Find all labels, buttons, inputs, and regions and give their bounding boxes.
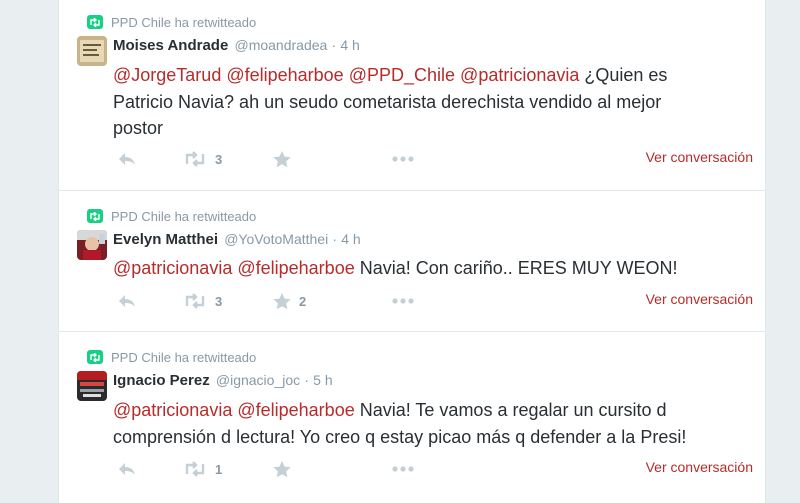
separator-dot: · xyxy=(332,231,338,247)
retweet-icon xyxy=(183,151,207,167)
avatar[interactable] xyxy=(77,371,107,401)
tweet-header: Moises Andrade @moandradea · 4 h xyxy=(113,37,360,54)
tweet[interactable]: PPD Chile ha retwitteado Ignacio Perez @… xyxy=(59,333,765,503)
mention-link[interactable]: @patricionavia xyxy=(113,400,232,420)
more-icon[interactable] xyxy=(391,459,415,479)
tweet-text-line: @patricionavia @felipeharboe Navia! Te v… xyxy=(113,397,723,424)
mention-link[interactable]: @felipeharboe xyxy=(237,258,354,278)
author-username[interactable]: @YoVotoMatthei xyxy=(224,231,328,247)
star-icon xyxy=(273,460,291,478)
more-icon[interactable] xyxy=(391,291,415,311)
mention-link[interactable]: @PPD_Chile xyxy=(349,65,455,85)
author-username[interactable]: @moandradea xyxy=(234,37,327,53)
tweet-timestamp[interactable]: 4 h xyxy=(341,231,360,247)
view-conversation-link[interactable]: Ver conversación xyxy=(646,459,753,475)
tweet-text-segment: Navia! Con cariño.. ERES MUY WEON! xyxy=(354,258,678,278)
mention-link[interactable]: @felipeharboe xyxy=(226,65,343,85)
more-icon[interactable] xyxy=(391,149,415,169)
separator-dot: · xyxy=(304,372,309,388)
mention-link[interactable]: @felipeharboe xyxy=(237,400,354,420)
view-conversation-link[interactable]: Ver conversación xyxy=(646,149,753,165)
view-conversation-link[interactable]: Ver conversación xyxy=(646,291,753,307)
author-fullname[interactable]: Ignacio Perez xyxy=(113,372,210,389)
tweet-text-line: @JorgeTarud @felipeharboe @PPD_Chile @pa… xyxy=(113,62,723,89)
tweet-header: Ignacio Perez @ignacio_joc · 5 h xyxy=(113,372,333,389)
mention-link[interactable]: @patricionavia xyxy=(460,65,579,85)
tweet[interactable]: PPD Chile ha retwitteado Moises Andrade … xyxy=(59,0,765,191)
reply-icon[interactable] xyxy=(117,459,137,479)
favorite-count: 2 xyxy=(299,293,307,309)
retweet-context: PPD Chile ha retwitteado xyxy=(87,208,256,224)
tweet-text-line: @patricionavia @felipeharboe Navia! Con … xyxy=(113,255,723,282)
star-icon xyxy=(273,150,291,168)
separator-dot: · xyxy=(331,37,337,53)
reply-icon[interactable] xyxy=(117,149,137,169)
tweet-header: Evelyn Matthei @YoVotoMatthei · 4 h xyxy=(113,231,361,248)
retweet-count: 3 xyxy=(215,293,223,309)
avatar[interactable] xyxy=(77,36,107,66)
retweet-badge-icon xyxy=(87,209,103,223)
retweet-count: 3 xyxy=(215,151,223,167)
retweet-button[interactable]: 1 xyxy=(183,459,222,479)
tweet-text-segment: Patricio Navia? ah un seudo cometarista … xyxy=(113,91,662,112)
tweet-text-segment: comprensión d lectura! Yo creo q estay p… xyxy=(113,426,687,447)
author-fullname[interactable]: Evelyn Matthei xyxy=(113,231,218,248)
retweet-icon xyxy=(183,293,207,309)
avatar[interactable] xyxy=(77,230,107,260)
mention-link[interactable]: @patricionavia xyxy=(113,258,232,278)
favorite-button[interactable] xyxy=(273,149,299,169)
retweet-badge-icon xyxy=(87,350,103,364)
tweet-actions: 3 Ver conversación xyxy=(113,149,753,169)
tweet-text: @patricionavia @felipeharboe Navia! Con … xyxy=(113,255,723,282)
retweet-button[interactable]: 3 xyxy=(183,291,222,311)
tweet-text: @JorgeTarud @felipeharboe @PPD_Chile @pa… xyxy=(113,62,723,142)
retweet-context: PPD Chile ha retwitteado xyxy=(87,349,256,365)
author-fullname[interactable]: Moises Andrade xyxy=(113,37,228,54)
tweet[interactable]: PPD Chile ha retwitteado Evelyn Matthei … xyxy=(59,192,765,332)
retweeter-label[interactable]: PPD Chile ha retwitteado xyxy=(111,209,256,224)
favorite-button[interactable]: 2 xyxy=(273,291,306,311)
mention-link[interactable]: @JorgeTarud xyxy=(113,65,221,85)
author-username[interactable]: @ignacio_joc xyxy=(216,372,300,388)
retweet-count: 1 xyxy=(215,461,223,477)
retweet-context: PPD Chile ha retwitteado xyxy=(87,14,256,30)
retweet-button[interactable]: 3 xyxy=(183,149,222,169)
timeline: PPD Chile ha retwitteado Moises Andrade … xyxy=(58,0,766,503)
tweet-text-segment: Navia! Te vamos a regalar un cursito d xyxy=(354,400,667,420)
tweet-timestamp[interactable]: 5 h xyxy=(313,372,332,388)
tweet-text-line: Patricio Navia? ah un seudo cometarista … xyxy=(113,89,723,116)
reply-icon[interactable] xyxy=(117,291,137,311)
star-icon xyxy=(273,292,291,310)
tweet-actions: 1 Ver conversación xyxy=(113,459,753,479)
retweet-icon xyxy=(183,461,207,477)
retweeter-label[interactable]: PPD Chile ha retwitteado xyxy=(111,350,256,365)
tweet-text-segment: ¿Quien es xyxy=(579,65,668,85)
retweet-badge-icon xyxy=(87,15,103,29)
tweet-text-line: postor xyxy=(113,115,723,142)
tweet-text-segment: postor xyxy=(113,118,164,138)
tweet-text-line: comprensión d lectura! Yo creo q estay p… xyxy=(113,424,723,451)
favorite-button[interactable] xyxy=(273,459,299,479)
tweet-actions: 3 2 Ver conversación xyxy=(113,291,753,311)
retweeter-label[interactable]: PPD Chile ha retwitteado xyxy=(111,15,256,30)
tweet-text: @patricionavia @felipeharboe Navia! Te v… xyxy=(113,397,723,450)
tweet-timestamp[interactable]: 4 h xyxy=(340,37,359,53)
